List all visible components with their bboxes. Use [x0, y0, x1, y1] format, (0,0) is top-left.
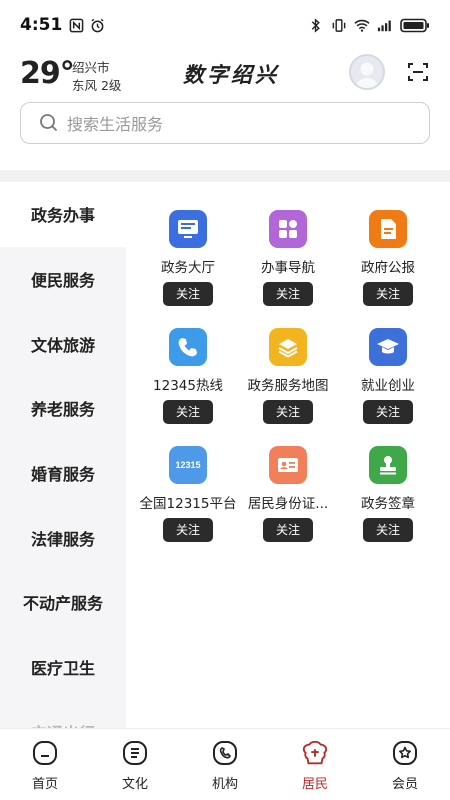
follow-button[interactable]: 关注 — [363, 282, 413, 306]
battery-icon — [400, 18, 430, 33]
tab-label: 机构 — [211, 777, 238, 792]
id-card-icon — [269, 446, 307, 484]
service-item[interactable]: 办事导航 关注 — [238, 200, 338, 310]
culture-icon — [121, 739, 149, 767]
search-bar[interactable]: 搜索生活服务 — [20, 102, 430, 144]
sidebar-item-elderly-care[interactable]: 养老服务 — [0, 376, 126, 441]
vibrate-icon — [331, 17, 347, 33]
status-bar: 4:51 — [0, 0, 450, 50]
app-logo: 数字绍兴 — [183, 62, 279, 87]
service-item[interactable]: 政务大厅 关注 — [138, 200, 238, 310]
service-label: 居民身份证... — [247, 496, 329, 512]
grid-icon — [269, 210, 307, 248]
tab-home[interactable]: 首页 — [0, 729, 90, 800]
resident-icon — [301, 739, 329, 767]
follow-button[interactable]: 关注 — [263, 400, 313, 424]
section-divider — [0, 170, 450, 182]
service-label: 政府公报 — [361, 260, 415, 276]
alarm-icon — [89, 17, 105, 33]
service-item[interactable]: 政务签章 关注 — [338, 436, 438, 546]
user-avatar-icon — [355, 62, 379, 88]
tab-institution[interactable]: 机构 — [180, 729, 270, 800]
monitor-icon — [169, 210, 207, 248]
follow-button[interactable]: 关注 — [263, 282, 313, 306]
service-label: 政务签章 — [361, 496, 415, 512]
scan-icon[interactable] — [406, 60, 430, 84]
category-sidebar: 政务办事 便民服务 文体旅游 养老服务 婚育服务 法律服务 不动产服务 医疗卫生… — [0, 182, 126, 728]
document-icon — [369, 210, 407, 248]
wifi-icon — [354, 17, 370, 33]
service-item[interactable]: 居民身份证... 关注 — [238, 436, 338, 546]
bluetooth-icon — [308, 17, 324, 33]
follow-button[interactable]: 关注 — [163, 282, 213, 306]
sidebar-item-marriage-childbirth[interactable]: 婚育服务 — [0, 441, 126, 506]
service-label: 办事导航 — [261, 260, 315, 276]
tab-label: 居民 — [301, 777, 328, 792]
nfc-icon — [68, 17, 84, 33]
search-icon — [39, 113, 59, 133]
weather-wind: 东风 2级 — [72, 78, 122, 93]
follow-button[interactable]: 关注 — [263, 518, 313, 542]
sidebar-item-convenience[interactable]: 便民服务 — [0, 247, 126, 312]
tab-resident[interactable]: 居民 — [270, 729, 360, 800]
sidebar-item-real-estate[interactable]: 不动产服务 — [0, 570, 126, 635]
home-icon — [31, 739, 59, 767]
service-item[interactable]: 就业创业 关注 — [338, 318, 438, 428]
sidebar-item-legal[interactable]: 法律服务 — [0, 505, 126, 570]
institution-icon — [211, 739, 239, 767]
member-icon — [391, 739, 419, 767]
service-item[interactable]: 12315 全国12315平台 关注 — [138, 436, 238, 546]
follow-button[interactable]: 关注 — [363, 518, 413, 542]
weather-city[interactable]: 绍兴市 — [72, 57, 110, 76]
service-label: 12345热线 — [153, 378, 223, 394]
service-item[interactable]: 12345热线 关注 — [138, 318, 238, 428]
service-item[interactable]: 政务服务地图 关注 — [238, 318, 338, 428]
follow-button[interactable]: 关注 — [163, 518, 213, 542]
sidebar-item-government-affairs[interactable]: 政务办事 — [0, 182, 126, 247]
signal-icon — [377, 17, 393, 33]
bottom-navigation: 首页 文化 机构 居民 会员 — [0, 728, 450, 800]
stamp-icon — [369, 446, 407, 484]
graduation-cap-icon — [369, 328, 407, 366]
badge-12315-text: 12315 — [175, 460, 201, 470]
header: 29° 绍兴市 东风 2级 数字绍兴 — [0, 50, 450, 98]
sidebar-item-medical[interactable]: 医疗卫生 — [0, 635, 126, 700]
weather-temperature[interactable]: 29° — [20, 56, 75, 91]
tab-member[interactable]: 会员 — [360, 729, 450, 800]
avatar[interactable] — [349, 54, 385, 90]
sidebar-item-culture-tourism[interactable]: 文体旅游 — [0, 311, 126, 376]
tab-label: 会员 — [391, 777, 418, 792]
tab-culture[interactable]: 文化 — [90, 729, 180, 800]
badge-12315-icon: 12315 — [169, 446, 207, 484]
tab-label: 首页 — [31, 777, 58, 792]
tab-label: 文化 — [121, 777, 148, 792]
phone-icon — [169, 328, 207, 366]
sidebar-item-transport[interactable]: 交通出行 — [0, 700, 126, 728]
status-time: 4:51 — [20, 15, 63, 35]
service-label: 就业创业 — [361, 378, 415, 394]
search-input[interactable]: 搜索生活服务 — [67, 111, 163, 135]
follow-button[interactable]: 关注 — [363, 400, 413, 424]
layers-icon — [269, 328, 307, 366]
follow-button[interactable]: 关注 — [163, 400, 213, 424]
service-label: 全国12315平台 — [139, 496, 237, 512]
service-label: 政务大厅 — [161, 260, 215, 276]
service-label: 政务服务地图 — [247, 378, 329, 394]
service-item[interactable]: 政府公报 关注 — [338, 200, 438, 310]
